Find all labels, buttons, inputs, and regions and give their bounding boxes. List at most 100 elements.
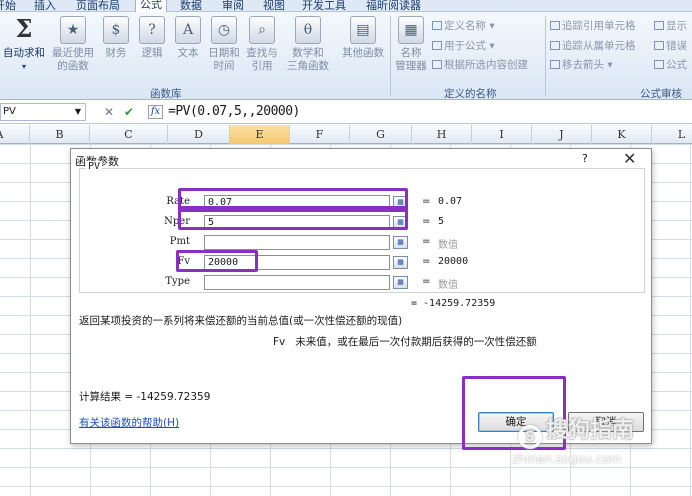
sigma-icon: Σ <box>15 14 33 43</box>
financial-book-icon: $ <box>103 16 129 44</box>
math-trig-button[interactable]: θ 数学和 三角函数 <box>282 16 334 73</box>
error-checking-icon <box>654 41 664 50</box>
insert-function-icon[interactable]: fx <box>148 105 163 119</box>
arg-result-fv: 20000 <box>438 256 469 267</box>
arg-result-rate: 0.07 <box>438 196 463 207</box>
column-header-d[interactable]: D <box>168 125 230 144</box>
column-header-a[interactable]: A <box>0 125 30 144</box>
define-name-icon <box>432 21 442 30</box>
equals-sign: = <box>422 276 431 287</box>
parameter-description: Fv 未来值，或在最后一次付款期后获得的一次性偿还额 <box>273 334 537 349</box>
remove-arrows-icon <box>550 60 560 69</box>
trace-precedents-button[interactable]: 追踪引用单元格 <box>550 18 636 33</box>
question-book-icon: ? <box>139 16 165 44</box>
arg-input-pmt[interactable] <box>204 235 390 250</box>
evaluate-formula-button[interactable]: 公式 <box>654 57 687 72</box>
cancel-entry-icon[interactable]: ✕ <box>104 105 114 119</box>
logical-button[interactable]: ? 逻辑 <box>136 16 168 60</box>
defined-names-group-label: 定义的名称 <box>444 88 497 100</box>
excel-window: 开始 插入 页面布局 公式 数据 审阅 视图 开发工具 福昕阅读器 Σ 自动求和… <box>0 0 692 496</box>
column-header-k[interactable]: K <box>592 125 652 144</box>
text-button[interactable]: A 文本 <box>172 16 204 60</box>
group-separator <box>390 16 391 96</box>
watermark: S 搜狗指南 <box>518 412 634 449</box>
arg-result-type: 数值 <box>438 280 458 291</box>
equals-sign: = <box>422 256 431 267</box>
group-separator <box>545 16 546 96</box>
function-name: PV <box>86 161 103 172</box>
use-in-formula-icon <box>432 41 442 50</box>
arg-label-type: Type <box>165 276 190 287</box>
confirm-entry-icon[interactable]: ✔ <box>124 105 134 119</box>
arg-label-nper: Nper <box>164 216 190 227</box>
column-headers: A B C D E F G H I J K L <box>0 125 692 144</box>
autosum-button[interactable]: Σ 自动求和 ▾ <box>2 16 46 73</box>
chevron-down-icon[interactable]: ▼ <box>75 104 81 120</box>
formula-result-preview: = -14259.72359 <box>411 298 496 309</box>
collapse-dialog-icon[interactable]: ▦ <box>393 236 408 249</box>
parameter-help: 未来值，或在最后一次付款期后获得的一次性偿还额 <box>295 336 537 348</box>
highlight-nper <box>178 206 408 230</box>
lookup-button[interactable]: ⌕ 查找与 引用 <box>244 16 280 73</box>
formula-bar: PV ▼ ✕ ✔ fx =PV(0.07,5,,20000) <box>0 101 692 124</box>
recent-functions-button[interactable]: ★ 最近使用 的函数 <box>50 16 96 73</box>
arg-label-pmt: Pmt <box>169 236 190 247</box>
create-from-selection-button[interactable]: 根据所选内容创建 <box>432 57 528 72</box>
column-header-h[interactable]: H <box>412 125 472 144</box>
arg-result-pmt: 数值 <box>438 240 458 251</box>
collapse-dialog-icon[interactable]: ▦ <box>393 276 408 289</box>
clock-book-icon: ◷ <box>211 16 237 44</box>
more-book-icon: ▤ <box>350 16 376 44</box>
name-box-value: PV <box>3 106 16 117</box>
watermark-url: zhinan.sogou.com <box>512 452 622 466</box>
formula-auditing-group-label: 公式审核 <box>640 88 682 100</box>
calculation-result: 计算结果 = -14259.72359 <box>79 391 211 403</box>
formula-input[interactable]: =PV(0.07,5,,20000) <box>168 103 300 121</box>
tab-formulas[interactable]: 公式 <box>135 0 167 12</box>
text-book-icon: A <box>175 16 201 44</box>
sogou-logo-icon: S <box>518 425 542 449</box>
collapse-dialog-icon[interactable]: ▦ <box>393 256 408 269</box>
parameter-name: Fv <box>273 336 286 348</box>
function-library-group-label: 函数库 <box>150 88 182 100</box>
column-header-g[interactable]: G <box>350 125 412 144</box>
star-book-icon: ★ <box>60 16 86 44</box>
trace-dependents-button[interactable]: 追踪从属单元格 <box>550 38 636 53</box>
watermark-text: 搜狗指南 <box>546 418 635 443</box>
remove-arrows-button[interactable]: 移去箭头 ▾ <box>550 57 613 72</box>
ribbon: Σ 自动求和 ▾ ★ 最近使用 的函数 $ 财务 ? 逻辑 A 文本 ◷ 日期和 时间… <box>0 12 692 100</box>
autosum-label: 自动求和 <box>3 47 45 59</box>
equals-sign: = <box>422 236 431 247</box>
column-header-c[interactable]: C <box>90 125 168 144</box>
column-header-l[interactable]: L <box>652 125 692 144</box>
trace-precedents-icon <box>550 21 560 30</box>
datetime-button[interactable]: ◷ 日期和 时间 <box>206 16 242 73</box>
column-header-e[interactable]: E <box>230 125 290 144</box>
name-manager-button[interactable]: ▦ 名称 管理器 <box>394 16 428 73</box>
use-in-formula-button[interactable]: 用于公式 ▾ <box>432 38 495 53</box>
highlight-fv <box>176 250 258 272</box>
close-icon[interactable]: ✕ <box>623 149 636 168</box>
arg-input-type[interactable] <box>204 275 390 290</box>
financial-button[interactable]: $ 财务 <box>100 16 132 60</box>
arg-result-nper: 5 <box>438 216 445 227</box>
more-functions-button[interactable]: ▤ 其他函数 <box>338 16 388 60</box>
trace-dependents-icon <box>550 41 560 50</box>
define-name-button[interactable]: 定义名称 ▾ <box>432 18 495 33</box>
name-box[interactable]: PV ▼ <box>0 103 86 121</box>
error-checking-button[interactable]: 错误 <box>654 38 687 53</box>
evaluate-formula-icon <box>654 60 664 69</box>
function-help-link[interactable]: 有关该函数的帮助(H) <box>79 415 179 430</box>
show-formulas-button[interactable]: 显示 <box>654 18 687 33</box>
ribbon-tab-strip: 开始 插入 页面布局 公式 数据 审阅 视图 开发工具 福昕阅读器 <box>0 0 692 12</box>
arguments-group: PV Rate 0.07 ▦ = 0.07 Nper 5 ▦ = 5 Pmt ▦… <box>79 161 645 293</box>
help-icon[interactable]: ? <box>582 152 588 165</box>
column-header-i[interactable]: I <box>472 125 532 144</box>
show-formulas-icon <box>654 21 664 30</box>
arg-label-fv: Fv <box>177 256 190 267</box>
function-description: 返回某项投资的一系列将来偿还额的当前总值(或一次性偿还额的现值) <box>79 315 403 327</box>
column-header-f[interactable]: F <box>290 125 350 144</box>
column-header-j[interactable]: J <box>532 125 592 144</box>
column-header-b[interactable]: B <box>30 125 90 144</box>
theta-book-icon: θ <box>295 16 321 44</box>
